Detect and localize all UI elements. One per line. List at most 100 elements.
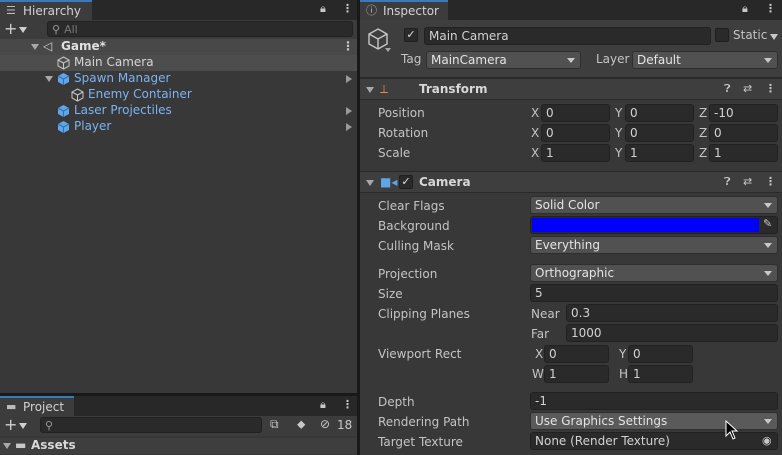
far-label[interactable]: Far xyxy=(531,327,549,341)
chevron-down-icon[interactable] xyxy=(19,27,27,33)
axis-z-label[interactable]: Z xyxy=(699,106,707,120)
filter-by-type-icon[interactable]: ⧉ xyxy=(270,417,279,432)
hierarchy-item-main-camera[interactable]: Main Camera xyxy=(0,55,357,71)
viewport-h-label[interactable]: H xyxy=(619,367,628,381)
add-create-icon[interactable]: + xyxy=(4,20,17,37)
lock-icon[interactable]: 🔒︎ xyxy=(320,3,326,15)
gameobject-cube-icon xyxy=(71,88,84,102)
static-checkbox[interactable] xyxy=(715,28,729,42)
axis-x-label[interactable]: X xyxy=(531,126,539,140)
icon-picker-arrow-icon[interactable] xyxy=(385,48,391,52)
clear-flags-dropdown[interactable]: Solid Color xyxy=(530,196,778,214)
rotation-y-field[interactable]: 0 xyxy=(625,124,694,142)
transform-header[interactable]: ⟂ Transform ❓︎ ⇄ ⋮ xyxy=(360,78,782,100)
object-picker-icon[interactable]: ◉ xyxy=(762,434,772,447)
projection-dropdown[interactable]: Orthographic xyxy=(530,264,778,282)
tab-project[interactable]: ▬ Project xyxy=(0,396,74,416)
hierarchy-item-laser-projectiles[interactable]: Laser Projectiles xyxy=(0,103,357,119)
far-field[interactable]: 1000 xyxy=(566,324,778,342)
culling-mask-dropdown[interactable]: Everything xyxy=(530,236,778,254)
axis-y-label[interactable]: Y xyxy=(615,126,622,140)
filter-by-label-icon[interactable]: ⬥ xyxy=(297,417,305,432)
depth-field[interactable]: -1 xyxy=(530,392,778,410)
layer-dropdown[interactable]: Default xyxy=(632,51,778,69)
camera-enabled-checkbox[interactable]: ✓ xyxy=(399,175,413,189)
eyedropper-icon[interactable]: ✎ xyxy=(763,217,772,230)
project-search-input[interactable]: ⚲ xyxy=(40,417,262,433)
tab-inspector[interactable]: ⓘ Inspector xyxy=(360,0,448,20)
info-icon: ⓘ xyxy=(366,4,377,17)
collapse-arrow-icon[interactable] xyxy=(366,87,374,93)
axis-x-label[interactable]: X xyxy=(531,106,539,120)
expand-arrow-icon[interactable] xyxy=(45,76,53,82)
position-y-field[interactable]: 0 xyxy=(625,104,694,122)
chevron-down-icon[interactable] xyxy=(19,423,27,429)
expand-arrow-icon[interactable] xyxy=(3,443,11,449)
viewport-y-label[interactable]: Y xyxy=(619,347,626,361)
open-prefab-arrow-icon[interactable] xyxy=(346,123,352,131)
culling-mask-value: Everything xyxy=(535,238,600,252)
open-prefab-arrow-icon[interactable] xyxy=(346,75,352,83)
hierarchy-search-input[interactable]: ⚲ All xyxy=(47,21,353,37)
axis-x-label[interactable]: X xyxy=(531,146,539,160)
add-create-icon[interactable]: + xyxy=(4,416,17,433)
viewport-w-field[interactable]: 1 xyxy=(544,365,609,383)
presets-icon[interactable]: ⇄ xyxy=(743,83,752,95)
near-field[interactable]: 0.3 xyxy=(566,304,778,322)
static-dropdown-icon[interactable] xyxy=(770,34,778,40)
more-menu-icon[interactable]: ⋮ xyxy=(765,3,776,15)
clear-flags-value: Solid Color xyxy=(535,198,600,212)
camera-header[interactable]: ■◂ ✓ Camera ❓︎ ⇄ ⋮ xyxy=(360,171,782,193)
hierarchy-item-spawn-manager[interactable]: Spawn Manager xyxy=(0,71,357,87)
rendering-path-dropdown[interactable]: Use Graphics Settings xyxy=(530,412,778,430)
size-field[interactable]: 5 xyxy=(530,284,778,302)
axis-y-label[interactable]: Y xyxy=(615,106,622,120)
more-menu-icon[interactable]: ⋮ xyxy=(342,3,353,15)
open-prefab-arrow-icon[interactable] xyxy=(346,107,352,115)
viewport-w-label[interactable]: W xyxy=(532,367,544,381)
assets-folder-row[interactable]: ▬ Assets xyxy=(0,438,357,454)
lock-icon[interactable]: 🔒︎ xyxy=(320,399,326,411)
lock-icon[interactable]: 🔒︎ xyxy=(742,3,748,15)
background-color-field[interactable]: ✎ xyxy=(530,216,778,234)
axis-z-label[interactable]: Z xyxy=(699,126,707,140)
target-texture-field[interactable]: None (Render Texture) ◉ xyxy=(530,432,778,450)
hidden-packages-icon[interactable]: ⊘ xyxy=(320,417,330,431)
scale-y-field[interactable]: 1 xyxy=(625,144,694,162)
axis-z-label[interactable]: Z xyxy=(699,146,707,160)
help-icon[interactable]: ❓︎ xyxy=(724,176,731,188)
search-icon: ⚲ xyxy=(45,418,54,432)
position-z-field[interactable]: -10 xyxy=(709,104,778,122)
background-color-swatch[interactable] xyxy=(532,218,759,232)
near-label[interactable]: Near xyxy=(531,307,560,321)
collapse-arrow-icon[interactable] xyxy=(366,180,374,186)
viewport-y-field[interactable]: 0 xyxy=(628,345,693,363)
tag-dropdown[interactable]: MainCamera xyxy=(426,51,581,69)
chevron-down-icon xyxy=(764,58,772,63)
scale-x-field[interactable]: 1 xyxy=(541,144,610,162)
component-menu-icon[interactable]: ⋮ xyxy=(765,83,776,95)
rotation-x-field[interactable]: 0 xyxy=(541,124,610,142)
presets-icon[interactable]: ⇄ xyxy=(743,176,752,188)
hierarchy-item-enemy-container[interactable]: Enemy Container xyxy=(0,87,357,103)
hierarchy-item-player[interactable]: Player xyxy=(0,119,357,135)
rotation-z-field[interactable]: 0 xyxy=(709,124,778,142)
more-menu-icon[interactable]: ⋮ xyxy=(342,399,353,411)
hierarchy-item-label: Spawn Manager xyxy=(74,71,171,85)
scale-z-field[interactable]: 1 xyxy=(709,144,778,162)
layer-value: Default xyxy=(637,53,681,67)
component-menu-icon[interactable]: ⋮ xyxy=(765,176,776,188)
tab-project-label: Project xyxy=(23,400,65,414)
viewport-x-field[interactable]: 0 xyxy=(544,345,609,363)
active-checkbox[interactable]: ✓ xyxy=(404,28,418,42)
help-icon[interactable]: ❓︎ xyxy=(724,83,731,95)
viewport-x-label[interactable]: X xyxy=(535,347,543,361)
viewport-h-field[interactable]: 1 xyxy=(628,365,693,383)
expand-arrow-icon[interactable] xyxy=(31,44,39,50)
axis-y-label[interactable]: Y xyxy=(615,146,622,160)
position-x-field[interactable]: 0 xyxy=(541,104,610,122)
tab-hierarchy[interactable]: ☰ Hierarchy xyxy=(0,0,92,20)
scene-row[interactable]: ◁ Game* ⋮ xyxy=(0,39,357,55)
scene-more-icon[interactable]: ⋮ xyxy=(342,39,354,53)
object-name-field[interactable]: Main Camera xyxy=(424,27,711,45)
